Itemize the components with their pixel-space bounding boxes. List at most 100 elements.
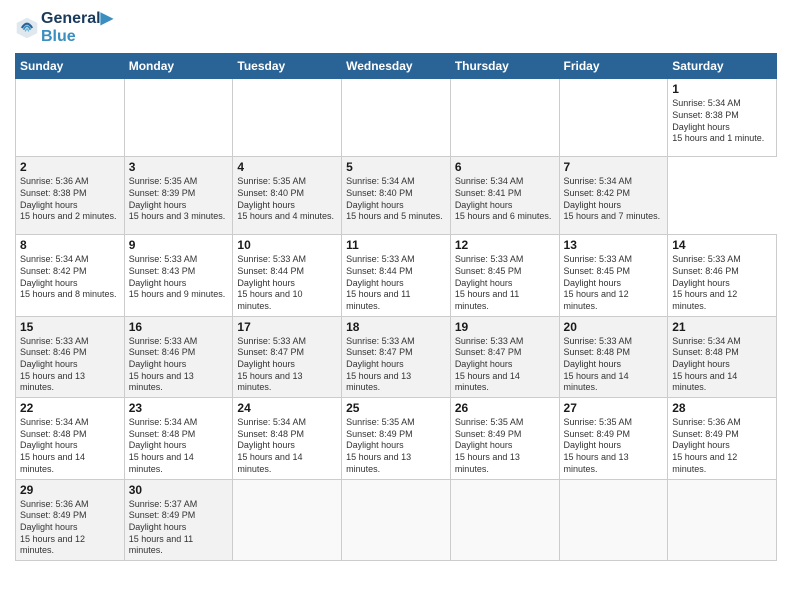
day-info: Sunrise: 5:36 AMSunset: 8:49 PMDaylight … [672,417,772,475]
header: General▶ Blue [15,10,777,45]
calendar-week-row: 8Sunrise: 5:34 AMSunset: 8:42 PMDaylight… [16,235,777,316]
calendar-cell [16,79,125,157]
day-info: Sunrise: 5:33 AMSunset: 8:46 PMDaylight … [129,336,229,394]
day-number: 4 [237,160,337,174]
day-info: Sunrise: 5:34 AMSunset: 8:48 PMDaylight … [237,417,337,475]
calendar-cell [342,79,451,157]
calendar-cell: 11Sunrise: 5:33 AMSunset: 8:44 PMDayligh… [342,235,451,316]
day-info: Sunrise: 5:33 AMSunset: 8:46 PMDaylight … [20,336,120,394]
day-number: 6 [455,160,555,174]
day-info: Sunrise: 5:33 AMSunset: 8:45 PMDaylight … [564,254,664,312]
day-info: Sunrise: 5:33 AMSunset: 8:48 PMDaylight … [564,336,664,394]
calendar-cell: 7 Sunrise: 5:34 AMSunset: 8:42 PMDaylight… [559,157,668,235]
day-info: Sunrise: 5:33 AMSunset: 8:43 PMDaylight … [129,254,229,301]
day-info: Sunrise: 5:34 AMSunset: 8:48 PMDaylight … [20,417,120,475]
day-info: Sunrise: 5:34 AMSunset: 8:42 PMDaylight … [564,176,664,223]
calendar-week-row: 2 Sunrise: 5:36 AMSunset: 8:38 PMDaylight… [16,157,777,235]
day-number: 1 [672,82,772,96]
calendar-cell [559,79,668,157]
day-number: 26 [455,401,555,415]
day-number: 10 [237,238,337,252]
day-info: Sunrise: 5:33 AMSunset: 8:44 PMDaylight … [346,254,446,312]
calendar-header-friday: Friday [559,54,668,79]
day-number: 24 [237,401,337,415]
calendar-week-row: 15 Sunrise: 5:33 AMSunset: 8:46 PMDayligh… [16,316,777,397]
day-info: Sunrise: 5:34 AMSunset: 8:48 PMDaylight … [672,336,772,394]
calendar-cell: 23Sunrise: 5:34 AMSunset: 8:48 PMDayligh… [124,398,233,479]
calendar-cell: 14Sunrise: 5:33 AMSunset: 8:46 PMDayligh… [668,235,777,316]
day-info: Sunrise: 5:36 AMSunset: 8:49 PMDaylight … [20,499,120,557]
calendar-week-row: 29 Sunrise: 5:36 AMSunset: 8:49 PMDayligh… [16,479,777,560]
calendar-cell: 27 Sunrise: 5:35 AMSunset: 8:49 PMDayligh… [559,398,668,479]
day-info: Sunrise: 5:35 AMSunset: 8:49 PMDaylight … [346,417,446,475]
calendar-cell: 20Sunrise: 5:33 AMSunset: 8:48 PMDayligh… [559,316,668,397]
day-number: 7 [564,160,664,174]
calendar-cell: 12 Sunrise: 5:33 AMSunset: 8:45 PMDayligh… [450,235,559,316]
calendar-header-thursday: Thursday [450,54,559,79]
day-info: Sunrise: 5:37 AMSunset: 8:49 PMDaylight … [129,499,229,557]
day-number: 19 [455,320,555,334]
day-info: Sunrise: 5:33 AMSunset: 8:47 PMDaylight … [455,336,555,394]
day-info: Sunrise: 5:35 AMSunset: 8:39 PMDaylight … [129,176,229,223]
day-info: Sunrise: 5:36 AMSunset: 8:38 PMDaylight … [20,176,120,223]
day-info: Sunrise: 5:34 AMSunset: 8:38 PMDaylight … [672,98,772,145]
day-number: 27 [564,401,664,415]
calendar-cell: 2 Sunrise: 5:36 AMSunset: 8:38 PMDaylight… [16,157,125,235]
calendar-cell: 10 Sunrise: 5:33 AMSunset: 8:44 PMDayligh… [233,235,342,316]
calendar-week-row: 1 Sunrise: 5:34 AMSunset: 8:38 PMDaylight… [16,79,777,157]
logo-icon [15,16,39,40]
calendar-cell: 13 Sunrise: 5:33 AMSunset: 8:45 PMDayligh… [559,235,668,316]
day-number: 9 [129,238,229,252]
calendar-cell: 15 Sunrise: 5:33 AMSunset: 8:46 PMDayligh… [16,316,125,397]
day-number: 22 [20,401,120,415]
day-number: 12 [455,238,555,252]
day-info: Sunrise: 5:33 AMSunset: 8:47 PMDaylight … [237,336,337,394]
calendar-week-row: 22 Sunrise: 5:34 AMSunset: 8:48 PMDayligh… [16,398,777,479]
calendar-cell [668,479,777,560]
day-number: 25 [346,401,446,415]
calendar-cell: 30 Sunrise: 5:37 AMSunset: 8:49 PMDayligh… [124,479,233,560]
calendar-header-monday: Monday [124,54,233,79]
calendar-cell [450,479,559,560]
logo-text: General▶ Blue [41,10,113,45]
calendar-cell [342,479,451,560]
calendar-cell: 29 Sunrise: 5:36 AMSunset: 8:49 PMDayligh… [16,479,125,560]
calendar-cell [559,479,668,560]
day-number: 15 [20,320,120,334]
day-info: Sunrise: 5:33 AMSunset: 8:44 PMDaylight … [237,254,337,312]
calendar-cell: 1 Sunrise: 5:34 AMSunset: 8:38 PMDaylight… [668,79,777,157]
day-number: 3 [129,160,229,174]
calendar-header-wednesday: Wednesday [342,54,451,79]
calendar-cell [233,79,342,157]
calendar-header-saturday: Saturday [668,54,777,79]
calendar-cell [124,79,233,157]
day-number: 21 [672,320,772,334]
day-info: Sunrise: 5:34 AMSunset: 8:40 PMDaylight … [346,176,446,223]
day-number: 30 [129,483,229,497]
day-info: Sunrise: 5:35 AMSunset: 8:40 PMDaylight … [237,176,337,223]
day-number: 29 [20,483,120,497]
day-info: Sunrise: 5:33 AMSunset: 8:47 PMDaylight … [346,336,446,394]
day-number: 8 [20,238,120,252]
day-info: Sunrise: 5:33 AMSunset: 8:45 PMDaylight … [455,254,555,312]
day-number: 17 [237,320,337,334]
day-number: 13 [564,238,664,252]
day-number: 14 [672,238,772,252]
calendar-header-sunday: Sunday [16,54,125,79]
calendar-cell: 3 Sunrise: 5:35 AMSunset: 8:39 PMDaylight… [124,157,233,235]
calendar-cell [233,479,342,560]
day-info: Sunrise: 5:35 AMSunset: 8:49 PMDaylight … [564,417,664,475]
calendar-cell: 25 Sunrise: 5:35 AMSunset: 8:49 PMDayligh… [342,398,451,479]
calendar-header-row: SundayMondayTuesdayWednesdayThursdayFrid… [16,54,777,79]
day-info: Sunrise: 5:35 AMSunset: 8:49 PMDaylight … [455,417,555,475]
calendar-cell: 8Sunrise: 5:34 AMSunset: 8:42 PMDaylight… [16,235,125,316]
day-number: 18 [346,320,446,334]
day-number: 2 [20,160,120,174]
day-number: 28 [672,401,772,415]
calendar-cell: 22 Sunrise: 5:34 AMSunset: 8:48 PMDayligh… [16,398,125,479]
calendar-table: SundayMondayTuesdayWednesdayThursdayFrid… [15,53,777,561]
logo: General▶ Blue [15,10,113,45]
calendar-cell: 17 Sunrise: 5:33 AMSunset: 8:47 PMDayligh… [233,316,342,397]
calendar-cell: 26 Sunrise: 5:35 AMSunset: 8:49 PMDayligh… [450,398,559,479]
calendar-cell: 21 Sunrise: 5:34 AMSunset: 8:48 PMDayligh… [668,316,777,397]
